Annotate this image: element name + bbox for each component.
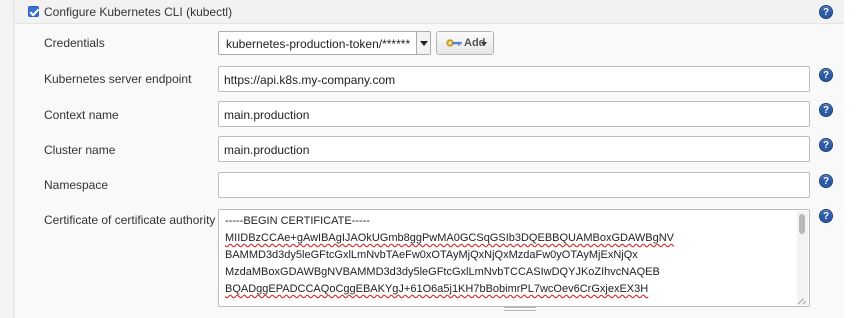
textarea-drag-handle[interactable]: [504, 307, 536, 311]
caret-down-icon: [481, 42, 487, 46]
chevron-down-icon[interactable]: [416, 32, 430, 54]
certificate-textarea[interactable]: -----BEGIN CERTIFICATE----- MIIDBzCCAe+g…: [218, 209, 810, 307]
scrollbar-thumb[interactable]: [799, 214, 805, 234]
key-icon: [446, 39, 462, 47]
certificate-label: Certificate of certificate authority: [44, 213, 216, 227]
cluster-name-input[interactable]: main.production: [218, 136, 810, 162]
configure-kubectl-checkbox[interactable]: [28, 6, 39, 17]
help-icon[interactable]: ?: [819, 138, 833, 152]
certificate-line: MIIDBzCCAe+gAwIBAgIJAOkUGmb8ggPwMA0GCSqG…: [225, 232, 675, 244]
certificate-line: BQADggEPADCCAQoCggEBAKYgJ+61O6a5j1KH7bBo…: [225, 283, 649, 295]
section-header: Configure Kubernetes CLI (kubectl) ?: [14, 0, 844, 24]
context-name-label: Context name: [44, 108, 119, 122]
certificate-line: BAMMD3d3dy5leGFtcGxlLmNvbTAeFw0xOTAyMjQx…: [225, 249, 638, 261]
certificate-line: MzdaMBoxGDAWBgNVBAMMD3d3dy5leGFtcGxlLmNv…: [225, 266, 660, 278]
context-name-input[interactable]: main.production: [218, 101, 810, 127]
cluster-name-label: Cluster name: [44, 143, 116, 157]
server-endpoint-input[interactable]: https://api.k8s.my-company.com: [218, 66, 810, 92]
right-gutter: [844, 0, 859, 318]
namespace-input[interactable]: [218, 172, 810, 198]
credentials-selected-value: kubernetes-production-token/******: [226, 37, 411, 51]
add-credentials-button[interactable]: Add: [436, 31, 494, 55]
help-icon[interactable]: ?: [819, 103, 833, 117]
resize-grip-icon[interactable]: [799, 296, 807, 304]
section-title: Configure Kubernetes CLI (kubectl): [44, 5, 233, 19]
server-endpoint-label: Kubernetes server endpoint: [44, 72, 192, 86]
help-icon[interactable]: ?: [819, 68, 833, 82]
credentials-label: Credentials: [44, 36, 105, 50]
help-icon[interactable]: ?: [819, 174, 833, 188]
namespace-label: Namespace: [44, 178, 109, 192]
help-icon[interactable]: ?: [819, 209, 833, 223]
certificate-line: -----BEGIN CERTIFICATE-----: [225, 215, 371, 227]
credentials-select[interactable]: kubernetes-production-token/******: [218, 31, 431, 55]
help-icon[interactable]: ?: [819, 5, 833, 19]
left-gutter: [0, 0, 14, 318]
textarea-scrollbar[interactable]: [797, 211, 808, 305]
kubectl-config-section: Configure Kubernetes CLI (kubectl) ? Cre…: [14, 0, 844, 318]
